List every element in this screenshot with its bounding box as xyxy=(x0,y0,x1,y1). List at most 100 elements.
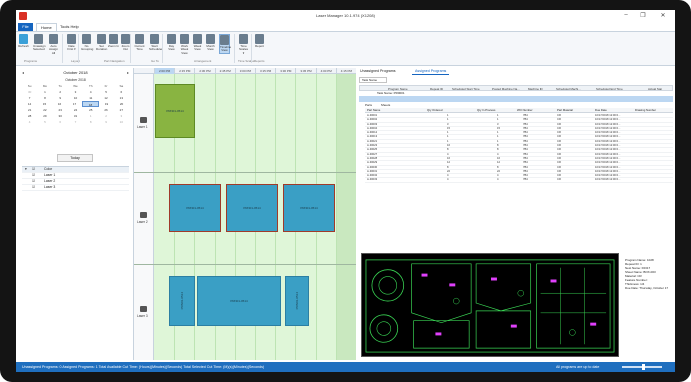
nest-hole xyxy=(569,329,576,336)
ribbon-label: Day View xyxy=(168,44,175,52)
nest-part xyxy=(369,314,399,343)
scheduler: 2:00 PM 2:15 PM 2:30 PM 2:45 PM 3:00 PM 3:15 … xyxy=(133,68,356,360)
ribbon-label: Set Duration xyxy=(96,44,108,52)
checkbox-icon[interactable]: ☑ xyxy=(32,173,35,178)
part-label xyxy=(435,332,442,336)
calendar-day[interactable]: 6 xyxy=(53,119,68,125)
calendar-day[interactable]: 10 xyxy=(114,119,129,125)
tab-parts[interactable]: Parts xyxy=(365,103,372,107)
time-slot-label[interactable]: 2:00 PM xyxy=(154,68,175,74)
time-slot-label[interactable]: 2:30 PM xyxy=(194,68,214,74)
time-slot-label[interactable]: 2:45 PM xyxy=(214,68,235,74)
time-slot-label[interactable]: 2:15 PM xyxy=(174,68,194,74)
part-column-header[interactable]: Qty Ordered xyxy=(427,108,442,113)
part-label xyxy=(550,279,557,283)
scheduled-job[interactable]: PRN01-0514 xyxy=(155,84,195,138)
start-button[interactable]: Start Scheduler xyxy=(149,34,163,52)
expand-icon[interactable]: ▾ xyxy=(25,167,27,172)
part-column-header[interactable]: Part Material xyxy=(557,108,573,113)
calendar-day[interactable]: 9 xyxy=(98,119,113,125)
table-row[interactable]: A-30033 4 4 7B4 CR 10/17/2018 12:00:0... xyxy=(365,178,673,183)
time-slot-label[interactable]: 3:00 PM xyxy=(234,68,255,74)
ribbon-label: No Grouping xyxy=(81,44,94,52)
undo-button[interactable]: Unassign Selected xyxy=(33,34,46,52)
today-button[interactable]: Today xyxy=(57,154,93,162)
calendar-day[interactable]: 8 xyxy=(83,119,98,125)
lane-header: Laser 2 xyxy=(134,172,154,264)
calendar-day[interactable]: 4 xyxy=(22,119,37,125)
close-button[interactable]: ✕ xyxy=(656,12,670,19)
task-group-label: Task Name: PR0001 xyxy=(377,91,405,95)
calendar-week-row: 4 5 6 7 8 9 10 xyxy=(22,119,129,125)
nest-part xyxy=(536,263,611,349)
group-by-chip[interactable]: Task Name xyxy=(359,77,387,83)
lane-header: Laser 1 xyxy=(134,74,154,172)
timeline-view-button[interactable]: Timeline View xyxy=(219,34,231,54)
part-label xyxy=(510,324,517,328)
clock-button[interactable]: Current Time xyxy=(134,34,145,52)
scheduled-job[interactable]: PRN01-0514 xyxy=(285,276,309,326)
calendar-day[interactable]: 5 xyxy=(37,119,52,125)
maximize-button[interactable]: ❐ xyxy=(636,12,650,19)
nest-hole xyxy=(517,290,524,297)
time-slot-label[interactable]: 3:15 PM xyxy=(255,68,275,74)
calendar-day[interactable]: 7 xyxy=(68,119,83,125)
time-slot-label[interactable]: 4:00 PM xyxy=(315,68,336,74)
minimize-button[interactable]: – xyxy=(619,12,633,18)
checkbox-icon[interactable]: ☑ xyxy=(32,179,35,184)
tab-sheets[interactable]: Sheets xyxy=(381,103,390,107)
month-view-button[interactable]: Month View xyxy=(205,34,216,52)
status-bar: Unassigned Programs: 0 Assigned Programs… xyxy=(16,362,675,372)
part-column-header[interactable]: Qty In Process xyxy=(477,108,495,113)
week-view-button[interactable]: Week View xyxy=(192,34,203,52)
zoom-in-button[interactable]: Zoom In xyxy=(108,34,119,48)
date-button[interactable]: Date First ▾ xyxy=(66,34,77,52)
nest-part xyxy=(378,276,398,295)
ribbon-label: Time Scales ▾ xyxy=(238,44,248,55)
work-week-icon xyxy=(180,34,189,44)
scheduled-job[interactable]: PRN01-0514 xyxy=(169,276,195,326)
tab-unassigned-programs[interactable]: Unassigned Programs xyxy=(357,68,399,75)
part-column-header[interactable]: Due Date xyxy=(595,108,607,113)
checkbox-icon[interactable]: ☑ xyxy=(32,185,35,190)
scheduled-job[interactable]: PRN01-0514 xyxy=(169,184,221,232)
calendar-grid: October 2018 Su Mo Tu We Th Fr Sa 30 1 2 3 4 5 6 7 8 9 10… xyxy=(22,78,129,125)
ribbon-label: Current Time xyxy=(134,44,145,52)
scheduled-job[interactable]: PRN01-0514 xyxy=(283,184,335,232)
day-view-button[interactable]: Day View xyxy=(166,34,177,52)
work-week-button[interactable]: Work Week View xyxy=(179,34,190,55)
tab-assigned-programs[interactable]: Assigned Programs xyxy=(412,68,450,75)
job-label: PRN01-0514 xyxy=(300,206,318,210)
ribbon-group-label: Part Navigation xyxy=(104,59,125,63)
lane-label: Laser 3 xyxy=(137,314,148,318)
nest-preview xyxy=(361,253,619,357)
auto-assign-button[interactable]: Auto Assign All xyxy=(48,34,59,55)
grouping-button[interactable]: No Grouping xyxy=(81,34,94,52)
time-slot-label[interactable]: 3:45 PM xyxy=(295,68,315,74)
laser-list-item[interactable]: ☑ Laser 3 xyxy=(22,185,129,191)
part-column-header[interactable]: Part Name xyxy=(367,108,380,113)
checkbox-icon[interactable]: ☑ xyxy=(32,167,35,172)
calendar-prev-button[interactable]: ◂ xyxy=(22,70,24,75)
tab-home[interactable]: Home xyxy=(36,23,57,31)
ribbon-separator xyxy=(62,34,63,63)
time-scales-button[interactable]: Time Scales ▾ xyxy=(238,34,249,55)
tab-tools-help[interactable]: Tools Help xyxy=(56,23,83,31)
nest-hole xyxy=(453,297,460,305)
status-left-text: Unassigned Programs: 0 Assigned Programs… xyxy=(22,365,265,369)
scheduled-job[interactable]: PRN01-0514 xyxy=(197,276,281,326)
day-view-icon xyxy=(167,34,176,44)
time-slot-label[interactable]: 3:30 PM xyxy=(275,68,295,74)
report-button[interactable]: Report xyxy=(254,34,265,48)
zoom-slider[interactable] xyxy=(622,364,662,370)
part-column-header[interactable]: Drawing Number xyxy=(635,108,656,113)
selected-program-row[interactable] xyxy=(359,96,673,102)
duration-button[interactable]: Set Duration xyxy=(96,34,107,52)
zoom-slider-knob[interactable] xyxy=(642,364,646,370)
tab-file[interactable]: File xyxy=(18,23,33,31)
table-cell: 4 xyxy=(497,178,499,182)
part-column-header[interactable]: WO Number xyxy=(517,108,533,113)
scheduled-job[interactable]: PRN01-0514 xyxy=(226,184,278,232)
refresh-button[interactable]: Refresh xyxy=(18,34,29,48)
calendar-next-button[interactable]: ▸ xyxy=(127,70,129,75)
